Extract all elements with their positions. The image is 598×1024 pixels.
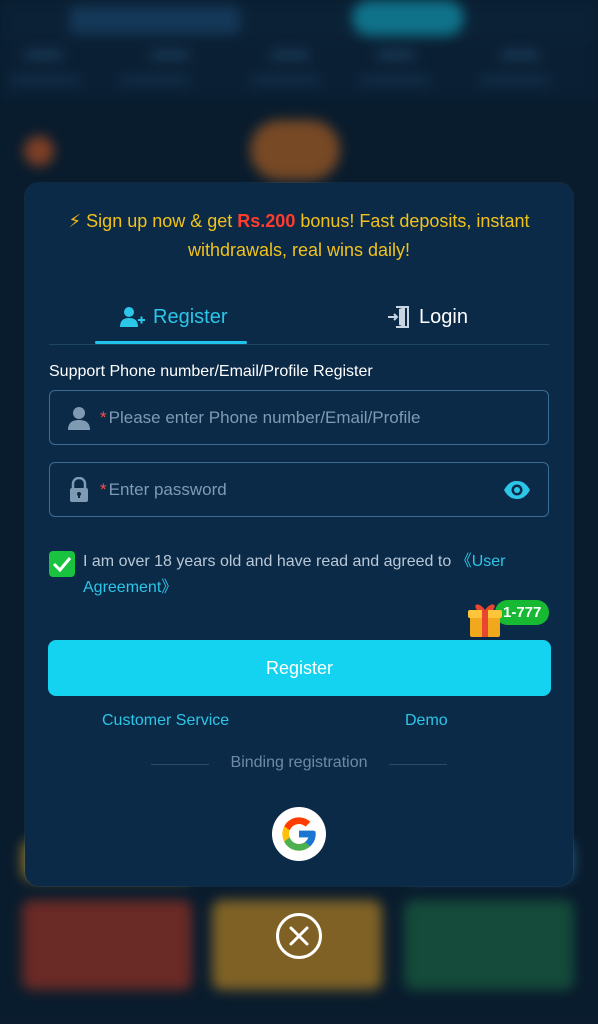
register-modal: ⚡ Sign up now & get Rs.200 bonus! Fast d… [25, 183, 573, 886]
promo-banner: ⚡ Sign up now & get Rs.200 bonus! Fast d… [41, 207, 557, 265]
close-button[interactable] [276, 913, 322, 959]
tab-login-label: Login [419, 305, 468, 328]
close-icon [289, 926, 309, 946]
customer-service-link[interactable]: Customer Service [102, 712, 229, 730]
lightning-icon: ⚡ [68, 211, 82, 231]
promo-amount: Rs.200 [237, 211, 296, 231]
agreement-checkbox[interactable] [49, 551, 75, 577]
google-login-button[interactable] [272, 807, 326, 861]
gift-icon [468, 604, 502, 637]
login-door-icon [388, 306, 409, 328]
demo-link[interactable]: Demo [405, 712, 448, 730]
binding-label: Binding registration [230, 754, 368, 771]
lock-icon [70, 476, 88, 502]
required-mark: * [100, 479, 107, 499]
register-button[interactable]: Register [48, 640, 551, 696]
promo-text-start: Sign up now & get [86, 211, 238, 231]
required-mark: * [100, 407, 107, 427]
google-icon [282, 817, 316, 851]
user-icon [68, 406, 90, 430]
divider-line [389, 764, 447, 765]
checkmark-icon [52, 557, 72, 573]
account-input[interactable] [108, 407, 548, 428]
agreement-statement: I am over 18 years old and have read and… [83, 553, 456, 570]
tab-register-label: Register [153, 305, 228, 328]
support-label: Support Phone number/Email/Profile Regis… [49, 363, 373, 380]
eye-icon[interactable] [502, 475, 532, 505]
bonus-badge: 1-777 [465, 597, 557, 643]
active-tab-indicator [95, 341, 247, 344]
binding-divider: Binding registration [151, 754, 447, 774]
account-field[interactable]: * [49, 390, 549, 445]
auth-tabs: Register Login [49, 289, 549, 345]
tab-login[interactable]: Login [387, 289, 468, 345]
add-user-icon [120, 307, 145, 327]
agreement-text: I am over 18 years old and have read and… [83, 549, 553, 601]
password-input[interactable] [108, 479, 502, 500]
tab-register[interactable]: Register [119, 289, 227, 345]
password-field[interactable]: * [49, 462, 549, 517]
